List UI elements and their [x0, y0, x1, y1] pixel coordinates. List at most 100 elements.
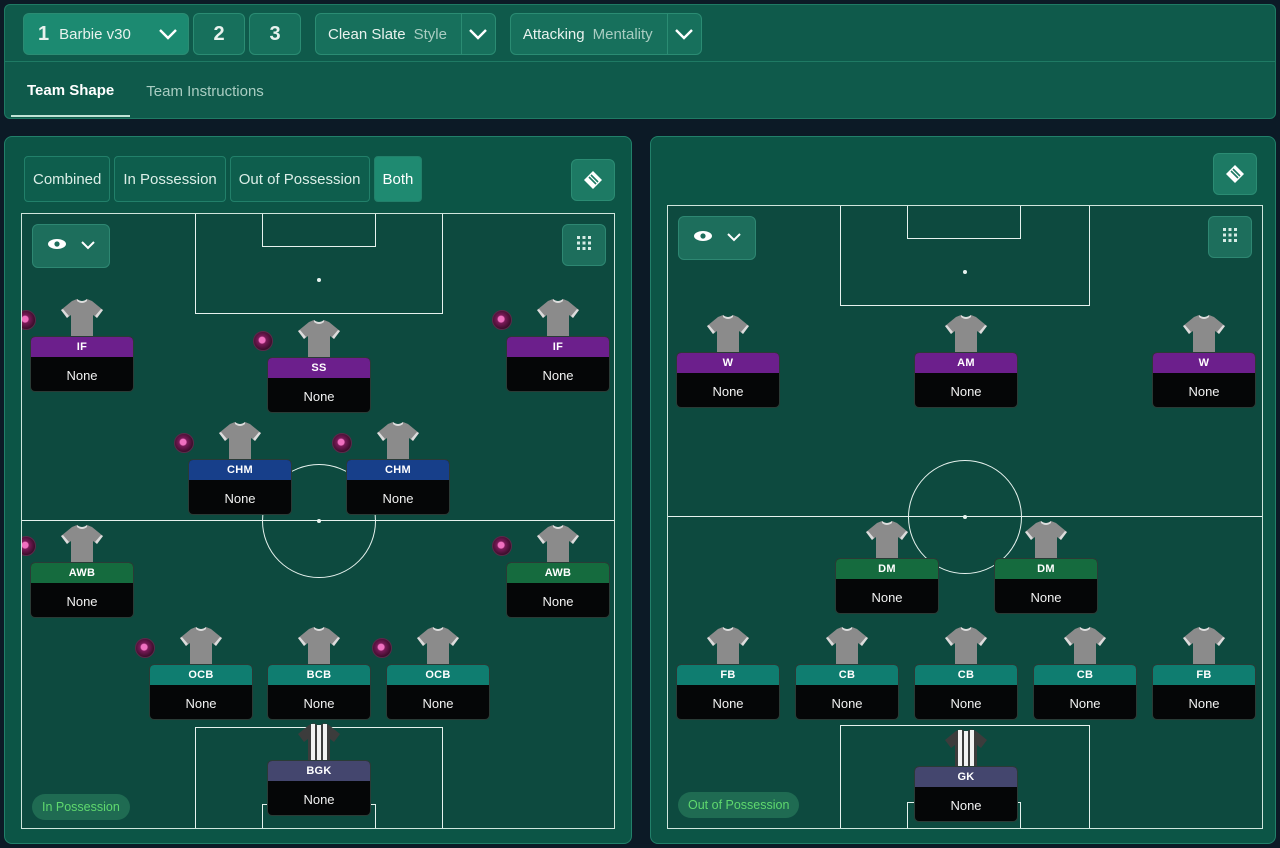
chevron-down-icon[interactable] — [666, 14, 701, 54]
focus-dot-icon[interactable] — [253, 331, 273, 351]
focus-dot-icon[interactable] — [492, 310, 512, 330]
role-label: BCB — [268, 665, 370, 685]
player-role-card[interactable]: CB None — [1033, 664, 1137, 720]
shirt-icon — [865, 520, 909, 560]
style-dropdown[interactable]: Clean Slate Style — [315, 13, 496, 55]
player-card-dm[interactable]: DM None — [994, 520, 1098, 616]
shirt-icon — [297, 319, 341, 359]
player-card-w[interactable]: W None — [1152, 314, 1256, 410]
player-card-fb[interactable]: FB None — [1152, 626, 1256, 722]
pitch-layout-icon[interactable] — [1213, 153, 1257, 195]
focus-dot-icon[interactable] — [22, 536, 36, 556]
player-name: None — [950, 695, 982, 711]
focus-dot-icon[interactable] — [492, 536, 512, 556]
chevron-down-icon — [727, 229, 741, 247]
grid-toggle[interactable] — [562, 224, 606, 266]
tactic-slot-1[interactable]: 1 Barbie v30 — [23, 13, 189, 55]
shirt-icon — [1063, 626, 1107, 666]
center-spot — [963, 515, 967, 519]
player-role-card[interactable]: DM None — [835, 558, 939, 614]
player-name: None — [542, 593, 574, 609]
player-card-awb[interactable]: AWB None — [492, 524, 610, 620]
role-label: IF — [507, 337, 609, 357]
shirt-icon — [944, 728, 988, 768]
focus-dot-icon[interactable] — [22, 310, 36, 330]
visibility-toggle[interactable] — [678, 216, 756, 260]
visibility-toggle[interactable] — [32, 224, 110, 268]
player-card-ss[interactable]: SS None — [253, 319, 371, 415]
player-role-card[interactable]: GK None — [914, 766, 1018, 822]
player-role-card[interactable]: AWB None — [30, 562, 134, 618]
player-card-bgk[interactable]: BGK None — [267, 722, 371, 818]
goal-area-top — [907, 206, 1021, 239]
player-card-chm[interactable]: CHM None — [332, 421, 450, 517]
player-card-if[interactable]: IF None — [22, 298, 134, 394]
player-card-bcb[interactable]: BCB None — [267, 626, 371, 722]
role-label: CB — [1034, 665, 1136, 685]
filter-both[interactable]: Both — [373, 156, 423, 202]
player-role-card[interactable]: SS None — [267, 357, 371, 413]
player-card-if[interactable]: IF None — [492, 298, 610, 394]
player-name: None — [1188, 383, 1220, 399]
shirt-icon — [536, 524, 580, 564]
out-of-possession-panel: Out of Possession W None AM None W None DM None… — [650, 136, 1276, 844]
mentality-dropdown[interactable]: Attacking Mentality — [509, 13, 702, 55]
chevron-down-icon[interactable] — [460, 14, 495, 54]
focus-dot-icon[interactable] — [372, 638, 392, 658]
player-role-card[interactable]: OCB None — [386, 664, 490, 720]
tab-team-instructions[interactable]: Team Instructions — [130, 65, 280, 117]
player-card-gk[interactable]: GK None — [914, 728, 1018, 824]
player-card-dm[interactable]: DM None — [835, 520, 939, 616]
player-role-card[interactable]: BGK None — [267, 760, 371, 816]
player-role-card[interactable]: CHM None — [188, 459, 292, 515]
eye-icon — [47, 237, 67, 255]
player-card-awb[interactable]: AWB None — [22, 524, 134, 620]
focus-dot-icon[interactable] — [135, 638, 155, 658]
player-card-cb[interactable]: CB None — [1033, 626, 1137, 722]
player-card-fb[interactable]: FB None — [676, 626, 780, 722]
filter-out-of-possession[interactable]: Out of Possession — [229, 156, 370, 202]
filter-combined[interactable]: Combined — [24, 156, 111, 202]
player-role-card[interactable]: FB None — [676, 664, 780, 720]
tactic-name: Barbie v30 — [59, 25, 131, 43]
chevron-down-icon[interactable] — [148, 24, 188, 45]
tab-team-shape[interactable]: Team Shape — [11, 65, 131, 117]
focus-dot-icon[interactable] — [174, 433, 194, 453]
tactic-slot-3[interactable]: 3 — [249, 13, 301, 55]
player-role-card[interactable]: BCB None — [267, 664, 371, 720]
player-role-card[interactable]: DM None — [994, 558, 1098, 614]
player-name: None — [950, 797, 982, 813]
player-role-card[interactable]: CHM None — [346, 459, 450, 515]
player-role-card[interactable]: OCB None — [149, 664, 253, 720]
focus-dot-icon[interactable] — [332, 433, 352, 453]
tactics-header: 1 Barbie v30 2 3 Clean Slate Style Attac… — [4, 4, 1276, 119]
player-card-cb[interactable]: CB None — [795, 626, 899, 722]
player-role-card[interactable]: CB None — [795, 664, 899, 720]
player-card-chm[interactable]: CHM None — [174, 421, 292, 517]
role-label: CHM — [189, 460, 291, 480]
player-card-ocb[interactable]: OCB None — [135, 626, 253, 722]
player-role-card[interactable]: AM None — [914, 352, 1018, 408]
shirt-icon — [60, 298, 104, 338]
player-role-card[interactable]: W None — [1152, 352, 1256, 408]
player-card-cb[interactable]: CB None — [914, 626, 1018, 722]
filter-in-possession[interactable]: In Possession — [114, 156, 226, 202]
player-role-card[interactable]: W None — [676, 352, 780, 408]
grid-toggle[interactable] — [1208, 216, 1252, 258]
player-card-am[interactable]: AM None — [914, 314, 1018, 410]
center-spot — [317, 519, 321, 523]
player-role-card[interactable]: CB None — [914, 664, 1018, 720]
player-name: None — [712, 383, 744, 399]
player-role-card[interactable]: IF None — [506, 336, 610, 392]
role-label: IF — [31, 337, 133, 357]
shirt-icon — [179, 626, 223, 666]
player-card-ocb[interactable]: OCB None — [372, 626, 490, 722]
mentality-value: Attacking — [522, 25, 585, 43]
pitch-layout-icon[interactable] — [571, 159, 615, 201]
player-role-card[interactable]: FB None — [1152, 664, 1256, 720]
player-role-card[interactable]: IF None — [30, 336, 134, 392]
player-card-w[interactable]: W None — [676, 314, 780, 410]
tactic-slot-2[interactable]: 2 — [193, 13, 245, 55]
role-label: OCB — [150, 665, 252, 685]
player-role-card[interactable]: AWB None — [506, 562, 610, 618]
